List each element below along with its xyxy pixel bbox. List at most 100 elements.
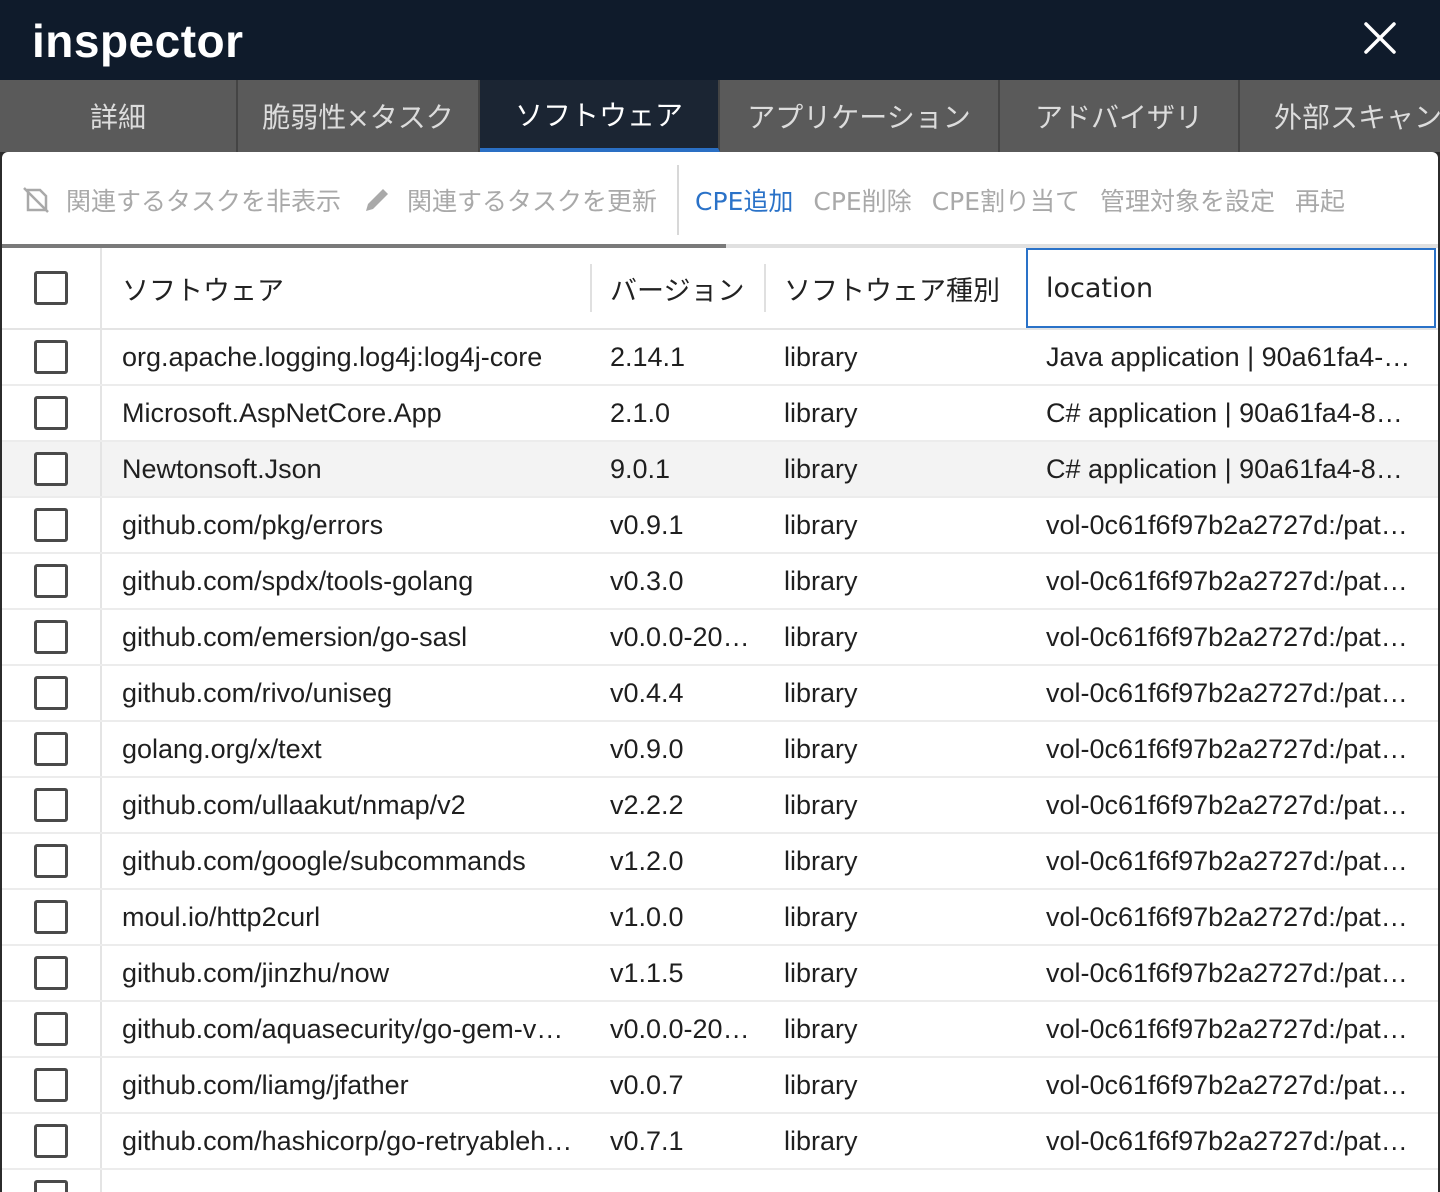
cpe-delete-button[interactable]: CPE削除: [813, 182, 911, 218]
software-name: Newtonsoft.Json: [122, 453, 322, 484]
table-row[interactable]: moul.io/http2curl v1.0.0 library vol-0c61f6…: [2, 890, 1438, 946]
cpe-add-button[interactable]: CPE追加: [695, 182, 793, 218]
software-name: github.com/rivo/uniseg: [122, 677, 393, 708]
software-location: vol-0c61f6f97b2a2727d:/path/to/bin: [1046, 677, 1412, 708]
row-checkbox[interactable]: [34, 1012, 68, 1046]
row-checkbox-cell: [2, 442, 102, 496]
type-cell: library: [784, 946, 1014, 1000]
version-cell: 2.14.1: [610, 330, 750, 384]
table-row[interactable]: github.com/hashicorp/go-retryablehttp v0.…: [2, 1114, 1438, 1170]
tab-external-scan[interactable]: 外部スキャン: [1240, 80, 1440, 152]
header-version[interactable]: バージョン: [610, 248, 760, 328]
select-all-checkbox[interactable]: [34, 271, 68, 305]
tab-vulnerability-task[interactable]: 脆弱性×タスク: [238, 80, 480, 152]
tab-application[interactable]: アプリケーション: [720, 80, 1000, 152]
software-location: C# application | 90a61fa4-8c3e-4f2a: [1046, 397, 1412, 428]
row-checkbox[interactable]: [34, 732, 68, 766]
software-location: vol-0c61f6f97b2a2727d:/path/to/bin: [1046, 789, 1412, 820]
software-version: v0.4.4: [610, 677, 684, 708]
pencil-icon: [366, 189, 389, 211]
header-location[interactable]: location: [1026, 248, 1436, 328]
row-checkbox[interactable]: [34, 564, 68, 598]
tab-software[interactable]: ソフトウェア: [480, 80, 720, 152]
software-type: library: [784, 565, 858, 596]
location-cell: vol-0c61f6f97b2a2727d:/path/to/bin: [1046, 554, 1412, 608]
table-header: ソフトウェア バージョン ソフトウェア種別 location: [2, 248, 1438, 330]
version-cell: v1.0.0: [610, 890, 750, 944]
type-cell: library: [784, 498, 1014, 552]
software-version: 2.1.0: [610, 397, 671, 428]
update-tasks-button[interactable]: 関連するタスクを更新: [361, 182, 657, 218]
type-cell: library: [784, 722, 1014, 776]
location-cell: [1046, 1170, 1412, 1192]
software-version: v0.3.0: [610, 565, 684, 596]
table-row[interactable]: golang.org/x/text v0.9.0 library vol-0c61f6…: [2, 722, 1438, 778]
table-row[interactable]: github.com/emersion/go-sasl v0.0.0-202005…: [2, 610, 1438, 666]
row-checkbox[interactable]: [34, 844, 68, 878]
location-cell: vol-0c61f6f97b2a2727d:/path/to/bin: [1046, 778, 1412, 832]
column-resizer[interactable]: [590, 264, 592, 312]
software-type: library: [784, 733, 858, 764]
table-row[interactable]: github.com/aquasecurity/go-gem-version v0…: [2, 1002, 1438, 1058]
header-software-type[interactable]: ソフトウェア種別: [784, 248, 1014, 328]
software-name-cell: [122, 1170, 574, 1192]
type-cell: library: [784, 610, 1014, 664]
location-cell: vol-0c61f6f97b2a2727d:/path/to/bin: [1046, 610, 1412, 664]
version-cell: v2.2.2: [610, 778, 750, 832]
software-type: library: [784, 509, 858, 540]
row-checkbox-cell: [2, 890, 102, 944]
software-location: vol-0c61f6f97b2a2727d:/path/to/bin: [1046, 621, 1412, 652]
row-checkbox-cell: [2, 834, 102, 888]
tab-bar: 詳細 脆弱性×タスク ソフトウェア アプリケーション アドバイザリ 外部スキャン: [0, 80, 1440, 152]
table-row[interactable]: github.com/ullaakut/nmap/v2 v2.2.2 library…: [2, 778, 1438, 834]
software-type: library: [784, 397, 858, 428]
header-software[interactable]: ソフトウェア: [122, 248, 582, 328]
table-row[interactable]: github.com/pkg/errors v0.9.1 library vol-0c…: [2, 498, 1438, 554]
software-name: github.com/emersion/go-sasl: [122, 621, 468, 652]
table-row[interactable]: github.com/spdx/tools-golang v0.3.0 librar…: [2, 554, 1438, 610]
software-name-cell: github.com/jinzhu/now: [122, 946, 574, 1000]
table-row[interactable]: [2, 1170, 1438, 1192]
table-row[interactable]: github.com/rivo/uniseg v0.4.4 library vol-0…: [2, 666, 1438, 722]
row-checkbox[interactable]: [34, 396, 68, 430]
table-row[interactable]: github.com/jinzhu/now v1.1.5 library vol-0c…: [2, 946, 1438, 1002]
row-checkbox[interactable]: [34, 508, 68, 542]
software-version: v0.0.0-20200509203442: [610, 621, 750, 652]
tab-details[interactable]: 詳細: [0, 80, 238, 152]
table-row[interactable]: Newtonsoft.Json 9.0.1 library C# applicatio…: [2, 442, 1438, 498]
row-checkbox[interactable]: [34, 452, 68, 486]
type-cell: library: [784, 666, 1014, 720]
row-checkbox[interactable]: [34, 340, 68, 374]
table-row[interactable]: Microsoft.AspNetCore.App 2.1.0 library C# a…: [2, 386, 1438, 442]
tab-advisory[interactable]: アドバイザリ: [1000, 80, 1240, 152]
cpe-assign-button[interactable]: CPE割り当て: [932, 182, 1080, 218]
row-checkbox[interactable]: [34, 676, 68, 710]
row-checkbox[interactable]: [34, 1124, 68, 1158]
set-managed-button[interactable]: 管理対象を設定: [1100, 182, 1275, 218]
row-checkbox[interactable]: [34, 956, 68, 990]
table-row[interactable]: github.com/google/subcommands v1.2.0 libra…: [2, 834, 1438, 890]
software-type: library: [784, 957, 858, 988]
software-version: v0.9.1: [610, 509, 684, 540]
software-name-cell: github.com/emersion/go-sasl: [122, 610, 574, 664]
row-checkbox[interactable]: [34, 788, 68, 822]
column-resizer[interactable]: [764, 264, 766, 312]
row-checkbox[interactable]: [34, 900, 68, 934]
type-cell: library: [784, 834, 1014, 888]
row-checkbox-cell: [2, 610, 102, 664]
row-checkbox[interactable]: [34, 620, 68, 654]
software-version: v1.2.0: [610, 845, 684, 876]
table-row[interactable]: github.com/liamg/jfather v0.0.7 library vol…: [2, 1058, 1438, 1114]
software-type: library: [784, 453, 858, 484]
hide-icon: [23, 187, 49, 213]
row-checkbox[interactable]: [34, 1068, 68, 1102]
table-row[interactable]: org.apache.logging.log4j:log4j-core 2.14.…: [2, 330, 1438, 386]
type-cell: library: [784, 554, 1014, 608]
row-checkbox[interactable]: [34, 1180, 68, 1192]
rescan-button[interactable]: 再起: [1295, 182, 1345, 218]
location-cell: vol-0c61f6f97b2a2727d:/path/to/bin: [1046, 834, 1412, 888]
software-location: vol-0c61f6f97b2a2727d:/path/to/bin: [1046, 1013, 1412, 1044]
close-button[interactable]: [1360, 18, 1400, 58]
hide-tasks-button[interactable]: 関連するタスクを非表示: [20, 182, 341, 218]
row-checkbox-cell: [2, 498, 102, 552]
